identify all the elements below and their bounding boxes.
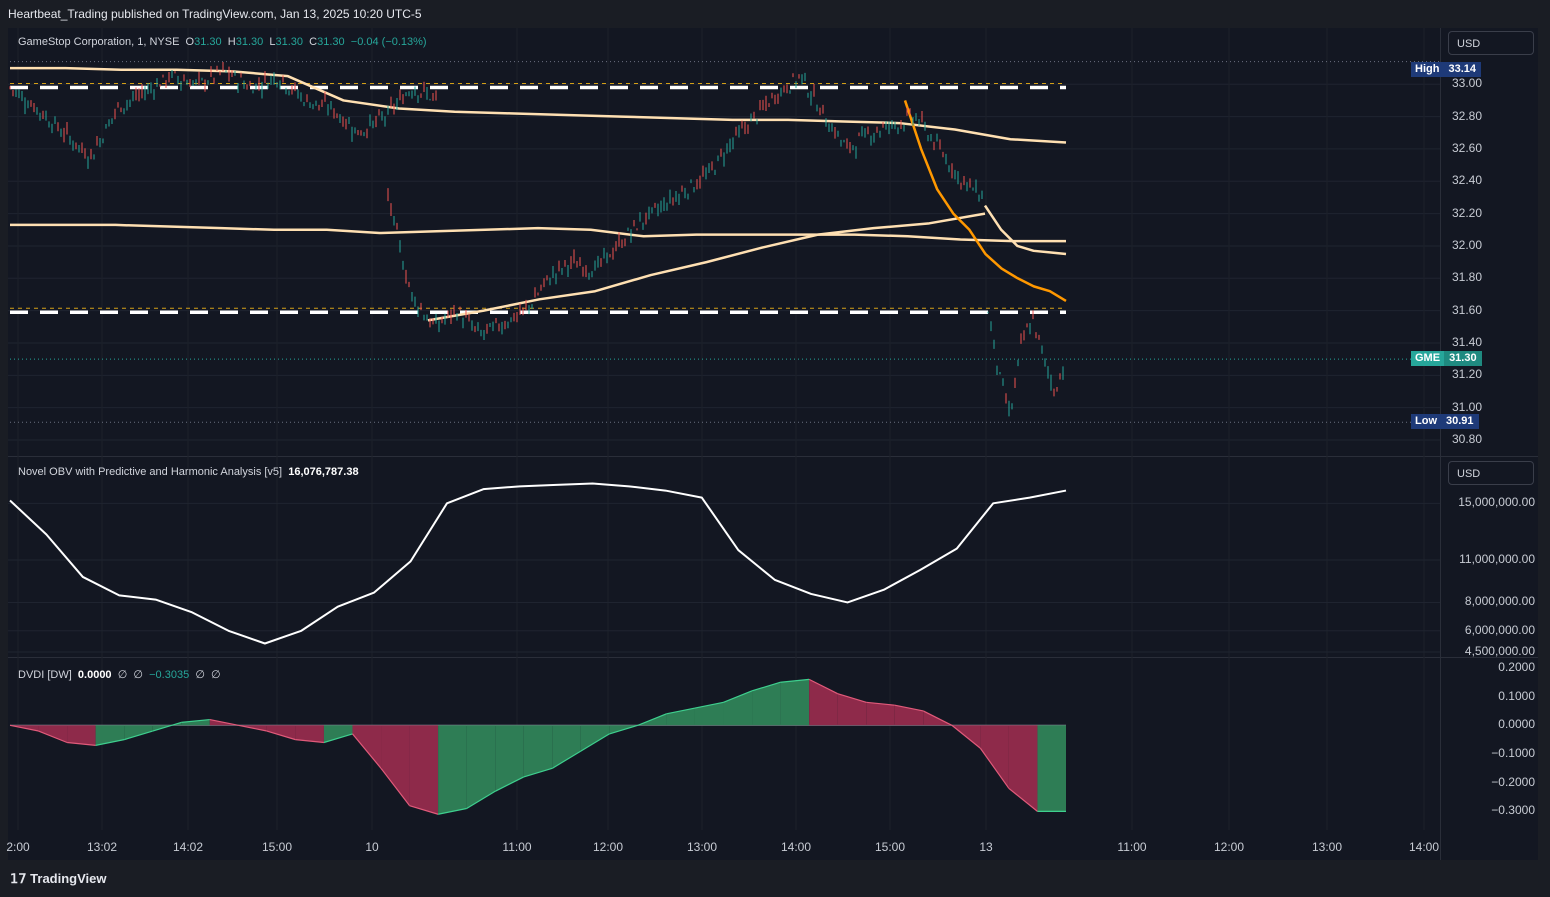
dvdi-area-segment (752, 682, 781, 726)
dvdi-area-segment (438, 725, 467, 815)
time-tick-label: 13:00 (686, 840, 718, 854)
time-tick-label: 10 (365, 840, 379, 854)
dvdi-area-segment (780, 679, 810, 726)
last-price-label: GME (1411, 351, 1445, 366)
dvdi-tick-label: 0.0000 (1498, 717, 1535, 732)
dvdi-area-segment (980, 725, 1009, 789)
close-value: 31.30 (317, 36, 345, 48)
high-value: 31.30 (235, 36, 264, 48)
dvdi-tick-label: −0.3000 (1491, 803, 1535, 818)
obv-value: 16,076,787.38 (288, 466, 359, 478)
price-tick-label: 32.80 (1452, 108, 1483, 123)
last-price-tag: GME 31.30 (1411, 351, 1482, 366)
time-tick-label: 14:00 (780, 840, 812, 854)
price-tick-label: 32.60 (1452, 140, 1483, 155)
obv-legend[interactable]: Novel OBV with Predictive and Harmonic A… (18, 466, 359, 478)
dvdi-value-5: ∅ (195, 669, 205, 681)
high-tag-label: High (1411, 62, 1444, 77)
low-tag: Low 30.91 (1411, 414, 1479, 429)
price-series (9, 62, 1067, 417)
price-tick-label: 31.60 (1452, 302, 1483, 317)
price-tick-label: 32.00 (1452, 237, 1483, 252)
high-tag: High 33.14 (1411, 62, 1481, 77)
obv-tick-label: 4,500,000.00 (1464, 644, 1535, 658)
dvdi-area-segment (552, 725, 581, 769)
dvdi-area-segment (1008, 725, 1038, 812)
brand-label: TradingView (30, 871, 107, 886)
price-tick-label: 32.40 (1452, 173, 1483, 188)
open-value: 31.30 (194, 36, 222, 48)
chart-canvas[interactable] (0, 0, 1550, 897)
price-tick-label: 32.20 (1452, 205, 1483, 220)
dvdi-value-3: ∅ (133, 669, 143, 681)
price-tick-label: 33.00 (1452, 76, 1483, 91)
main-legend[interactable]: GameStop Corporation, 1, NYSE O31.30 H31… (18, 36, 427, 48)
low-value: 31.30 (275, 36, 304, 48)
obv-line (9, 482, 1067, 645)
price-tick-label: 30.80 (1452, 432, 1483, 446)
dvdi-area-segment (580, 725, 610, 752)
time-tick-label: 13:02 (86, 840, 118, 854)
time-tick-label: 14:02 (172, 840, 204, 854)
dvdi-name[interactable]: DVDI [DW] (18, 669, 72, 681)
dvdi-area-segment (866, 702, 895, 726)
dvdi-value-6: ∅ (211, 669, 221, 681)
obv-name[interactable]: Novel OBV with Predictive and Harmonic A… (18, 466, 282, 478)
time-tick-label: 14:00 (1408, 840, 1440, 854)
key-levels (10, 61, 1440, 423)
obv-tick-label: 6,000,000.00 (1464, 622, 1535, 637)
dvdi-value-2: ∅ (117, 669, 128, 681)
dvdi-tick-label: −0.1000 (1491, 745, 1535, 760)
price-tick-label: 31.20 (1452, 367, 1483, 382)
dvdi-area-segment (1037, 725, 1066, 812)
close-label: C (309, 36, 318, 48)
dvdi-value-1: 0.0000 (77, 669, 112, 681)
dvdi-tick-label: 0.1000 (1498, 688, 1535, 703)
obv-tick-label: 11,000,000.00 (1459, 551, 1535, 566)
price-tick-label: 31.80 (1452, 270, 1483, 285)
time-tick-label: 13 (979, 840, 993, 854)
open-label: O (185, 36, 195, 48)
dvdi-area-segment (38, 725, 68, 743)
currency-button-obv[interactable]: USD (1448, 461, 1534, 485)
dvdi-area-segment (466, 725, 496, 809)
time-tick-label: 13:00 (1311, 840, 1343, 854)
dvdi-series (9, 678, 1066, 815)
tradingview-logo: 𝟣𝟩 TradingView (10, 871, 107, 887)
time-tick-label: 2:00 (6, 840, 30, 854)
dvdi-value-4: −0.3035 (149, 669, 190, 681)
time-tick-label: 11:00 (1117, 840, 1147, 854)
symbol-name[interactable]: GameStop Corporation, 1, NYSE (18, 36, 179, 48)
low-tag-value: 30.91 (1441, 414, 1479, 429)
low-tag-label: Low (1411, 414, 1441, 429)
dvdi-area-segment (323, 725, 353, 743)
time-tick-label: 12:00 (1213, 840, 1245, 854)
dvdi-tick-label: 0.2000 (1498, 659, 1535, 674)
time-tick-label: 15:00 (874, 840, 906, 854)
obv-series (9, 482, 1067, 645)
last-price-value: 31.30 (1444, 351, 1482, 366)
time-tick-label: 12:00 (592, 840, 624, 854)
dvdi-legend[interactable]: DVDI [DW] 0.0000 ∅ ∅ −0.3035 ∅ ∅ (18, 668, 221, 681)
change-value: −0.04 (−0.13%) (350, 36, 427, 48)
tradingview-logo-icon: 𝟣𝟩 (10, 871, 27, 886)
obv-tick-label: 15,000,000.00 (1458, 495, 1535, 510)
time-tick-label: 11:00 (502, 840, 532, 854)
dvdi-area-segment (495, 725, 524, 792)
high-tag-value: 33.14 (1443, 62, 1481, 77)
dvdi-area-segment (409, 725, 439, 815)
price-tick-label: 31.40 (1452, 334, 1483, 349)
price-tick-label: 31.00 (1452, 399, 1483, 414)
dvdi-area-segment (352, 725, 382, 769)
dvdi-area-segment (381, 725, 410, 806)
dvdi-tick-label: −0.2000 (1491, 774, 1535, 789)
vwap-lower-deviation (983, 204, 1067, 256)
vwap-mid-band (10, 223, 1066, 243)
currency-button-price[interactable]: USD (1448, 31, 1534, 55)
high-label: H (227, 36, 236, 48)
time-tick-label: 15:00 (261, 840, 293, 854)
obv-tick-label: 8,000,000.00 (1464, 594, 1535, 609)
